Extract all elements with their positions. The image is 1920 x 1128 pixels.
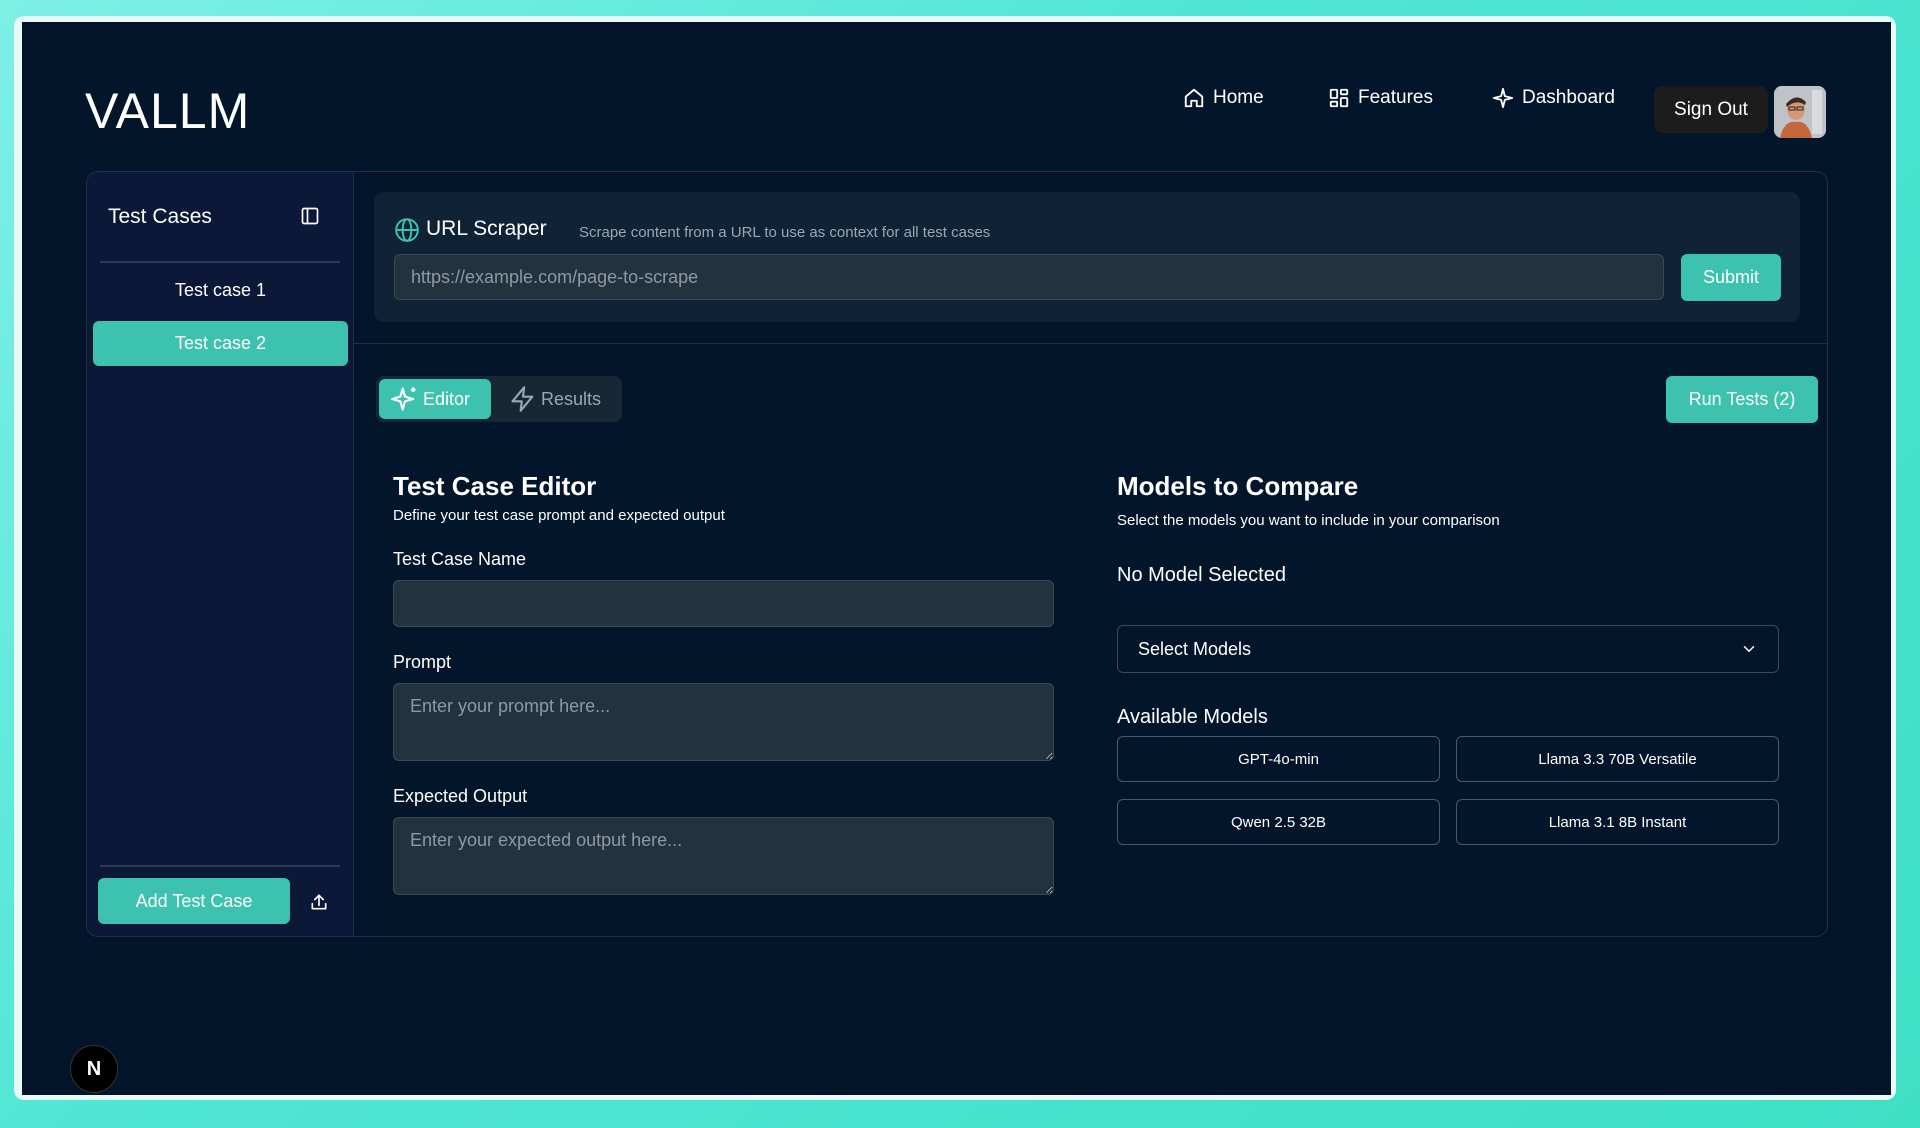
sign-out-button[interactable]: Sign Out: [1654, 86, 1768, 133]
tab-results[interactable]: Results: [497, 379, 617, 419]
run-tests-button[interactable]: Run Tests (2): [1666, 376, 1818, 423]
test-case-label: Test case 1: [174, 280, 267, 300]
app-logo: VALLM: [85, 83, 251, 139]
url-scraper-card: URL Scraper Scrape content from a URL to…: [374, 192, 1800, 322]
prompt-label: Prompt: [393, 652, 452, 672]
models-subtitle: Select the models you want to include in…: [1117, 512, 1500, 529]
nav-home-label: Home: [1213, 87, 1264, 108]
upload-icon: [311, 894, 327, 910]
grid-icon: [1329, 88, 1349, 108]
available-models-label: Available Models: [1117, 706, 1268, 728]
globe-icon: [395, 218, 419, 242]
editor-subtitle: Define your test case prompt and expecte…: [393, 507, 725, 524]
url-input[interactable]: [394, 254, 1664, 300]
expected-output-textarea[interactable]: [393, 817, 1054, 895]
app-window: VALLM Home Features Dashboard Sign Out T…: [22, 22, 1891, 1095]
test-case-item-active[interactable]: Test case 2: [93, 321, 348, 366]
tab-editor[interactable]: Editor: [379, 379, 491, 419]
nav-features[interactable]: Features: [1328, 87, 1433, 109]
nav-dashboard-label: Dashboard: [1522, 87, 1615, 108]
chevron-down-icon: [1743, 646, 1755, 652]
sparkle-icon: [1492, 87, 1514, 109]
main-content: URL Scraper Scrape content from a URL to…: [354, 172, 1827, 936]
workspace-panel: Test Cases Test case 1 Test case 2 Add T…: [86, 171, 1828, 937]
model-option-llama-3-1-8b[interactable]: Llama 3.1 8B Instant: [1456, 799, 1779, 845]
sidebar-divider: [100, 261, 340, 263]
sidebar-title: Test Cases: [108, 205, 212, 228]
models-title: Models to Compare: [1117, 471, 1359, 501]
nextjs-badge[interactable]: N: [70, 1045, 118, 1093]
home-icon: [1184, 88, 1204, 108]
expected-output-label: Expected Output: [393, 786, 528, 806]
zap-icon: [511, 386, 534, 412]
scraper-title: URL Scraper: [426, 217, 547, 240]
select-models-label: Select Models: [1138, 638, 1252, 659]
model-option-llama-3-3-70b[interactable]: Llama 3.3 70B Versatile: [1456, 736, 1779, 782]
avatar-image: [1774, 86, 1826, 138]
sparkles-icon: [391, 387, 416, 411]
prompt-textarea[interactable]: [393, 683, 1054, 761]
upload-button[interactable]: [302, 885, 336, 919]
nav-features-label: Features: [1358, 87, 1433, 108]
test-case-name-label: Test Case Name: [393, 549, 527, 569]
user-avatar[interactable]: [1774, 86, 1826, 138]
add-test-case-button[interactable]: Add Test Case: [98, 878, 290, 924]
test-case-name-input[interactable]: [393, 580, 1054, 627]
sidebar-toggle-icon[interactable]: [300, 206, 320, 226]
tab-results-label: Results: [541, 388, 602, 409]
tab-editor-label: Editor: [423, 388, 471, 409]
nav-dashboard[interactable]: Dashboard: [1492, 87, 1615, 109]
nav-home[interactable]: Home: [1183, 87, 1264, 109]
submit-button[interactable]: Submit: [1681, 254, 1781, 301]
model-option-gpt-4o-min[interactable]: GPT-4o-min: [1117, 736, 1440, 782]
model-option-qwen-2-5-32b[interactable]: Qwen 2.5 32B: [1117, 799, 1440, 845]
select-models-dropdown[interactable]: Select Models: [1117, 625, 1779, 673]
model-selection-status: No Model Selected: [1117, 564, 1286, 586]
test-case-label: Test case 2: [174, 333, 267, 353]
view-tabs: Editor Results: [376, 376, 622, 422]
test-case-item[interactable]: Test case 1: [93, 268, 348, 313]
scraper-description: Scrape content from a URL to use as cont…: [579, 224, 991, 241]
editor-title: Test Case Editor: [393, 471, 597, 501]
test-cases-sidebar: Test Cases Test case 1 Test case 2 Add T…: [87, 172, 354, 936]
sidebar-footer-divider: [100, 865, 340, 867]
section-divider: [354, 343, 1827, 344]
